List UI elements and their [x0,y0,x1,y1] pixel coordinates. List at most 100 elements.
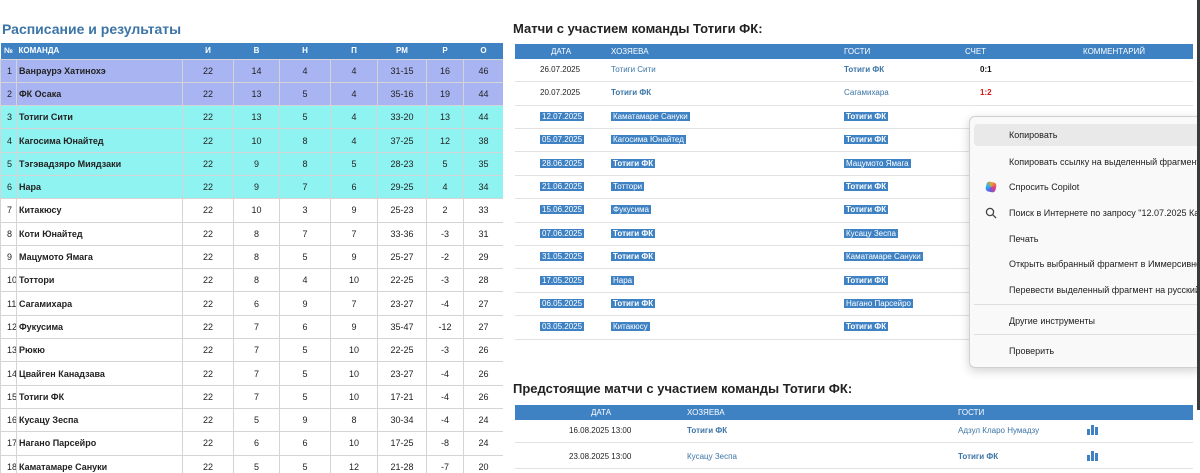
cell-wins: 14 [233,58,280,83]
menu-item[interactable]: Открыть выбранный фрагмент в Иммерсивном… [974,253,1200,275]
cell-team-name[interactable]: Кусацу Зеспа [16,407,183,433]
match-away-team[interactable]: Тотиги ФК [844,275,889,285]
menu-item[interactable]: Спросить Copilot [974,176,1200,198]
menu-item[interactable]: Поиск в Интернете по запросу "12.07.2025… [974,202,1200,224]
standings-panel: Расписание и результаты № КОМАНДА И В Н … [0,0,503,473]
col-header-pos: № [0,43,17,59]
stats-chart-icon[interactable] [1087,425,1099,435]
match-away-team[interactable]: Мацумото Ямага [844,158,911,168]
cell-games: 22 [182,431,234,456]
match-home-team[interactable]: Тотиги Сити [611,65,656,74]
cell-team-name[interactable]: Фукусима [16,314,183,340]
menu-item[interactable]: Проверить [974,340,1200,362]
cell-diff: 2 [426,198,464,223]
cell-team-name[interactable]: Ванраурэ Хатинохэ [16,58,183,83]
upcoming-home-team[interactable]: Кусацу Зеспа [687,452,737,461]
menu-item[interactable]: Перевести выделенный фрагмент на русский [974,279,1200,301]
cell-wins: 9 [233,151,280,176]
cell-goals: 35-47 [377,314,427,340]
cell-team-name[interactable]: ФК Осака [16,81,183,107]
cell-points: 33 [463,198,503,223]
cell-team-name[interactable]: Нара [16,174,183,200]
stats-bar [1091,425,1094,435]
cell-losses: 4 [330,81,378,107]
cell-team-name[interactable]: Коти Юнайтед [16,221,183,246]
cell-diff: 12 [426,128,464,153]
upcoming-home-team[interactable]: Тотиги ФК [687,426,727,435]
upcoming-header-date: ДАТА [591,408,612,417]
cell-team-name[interactable]: Рюкю [16,338,183,363]
cell-team-name[interactable]: Тотиги Сити [16,105,183,130]
cell-team-name[interactable]: Нагано Парсейро [16,431,183,456]
match-score: 1:2 [980,88,992,98]
matches-title: Матчи с участием команды Тотиги ФК: [513,21,763,36]
cell-points: 24 [463,431,503,456]
table-row: 18 Каматамаре Сануки 22 5 5 12 21-28 -7 20 [0,454,503,473]
match-home-team[interactable]: Тотиги ФК [611,228,656,238]
cell-wins: 10 [233,198,280,223]
menu-item[interactable]: Копировать [974,124,1200,146]
menu-item[interactable]: Другие инструменты [974,310,1200,332]
menu-item[interactable]: Печать [974,228,1200,250]
match-date: 05.07.2025 [540,135,585,145]
match-home-team[interactable]: Тотиги ФК [611,158,656,168]
copilot-icon [985,181,997,193]
cell-losses: 10 [330,338,378,363]
cell-games: 22 [182,58,234,83]
match-away-team[interactable]: Тотиги ФК [844,322,889,332]
match-away-team[interactable]: Тотиги ФК [844,111,889,121]
cell-team-name[interactable]: Тэгэвадзяро Миядзаки [16,151,183,176]
table-row: 9 Мацумото Ямага 22 8 5 9 25-27 -2 29 [0,244,503,270]
cell-losses: 10 [330,268,378,293]
cell-wins: 10 [233,128,280,153]
match-away-team[interactable]: Нагано Парсейро [844,299,913,308]
cell-goals: 35-16 [377,81,427,107]
cell-team-name[interactable]: Кагосима Юнайтед [16,128,183,153]
match-home-team[interactable]: Тотиги ФК [611,252,656,262]
match-home-team[interactable]: Фукусима [611,205,651,215]
cell-points: 27 [463,314,503,340]
upcoming-away-team[interactable]: Адзул Кларо Нумадзу [958,426,1039,435]
match-away-team[interactable]: Тотиги ФК [844,205,889,215]
cell-team-name[interactable]: Сагамихара [16,291,183,316]
match-away-team[interactable]: Тотиги ФК [844,65,884,74]
cell-team-name[interactable]: Тотиги ФК [16,384,183,409]
match-away-team[interactable]: Сагамихара [844,88,889,97]
cell-draws: 4 [279,58,331,83]
cell-team-name[interactable]: Каматамаре Сануки [16,454,183,473]
match-away-team[interactable]: Кусацу Зеспа [844,228,898,238]
match-home-team[interactable]: Тотиги ФК [611,88,651,97]
match-away-team[interactable]: Каматамаре Сануки [844,252,923,262]
table-row: 15 Тотиги ФК 22 7 5 10 17-21 -4 26 [0,384,503,409]
cell-losses: 12 [330,454,378,473]
matches-header-away: ГОСТИ [844,47,871,56]
stats-chart-icon[interactable] [1087,451,1099,461]
cell-games: 22 [182,221,234,246]
match-home-team[interactable]: Тоттори [611,182,645,191]
match-home-team[interactable]: Каматамаре Сануки [611,111,690,121]
cell-team-name[interactable]: Цвайген Канадзава [16,361,183,386]
match-date: 06.05.2025 [540,299,585,308]
cell-goals: 22-25 [377,268,427,293]
menu-item[interactable]: Копировать ссылку на выделенный фрагмент [974,151,1200,173]
col-header-draws: Н [279,43,331,59]
match-away-team[interactable]: Тотиги ФК [844,182,889,191]
cell-games: 22 [182,128,234,153]
upcoming-title: Предстоящие матчи с участием команды Тот… [513,381,853,396]
upcoming-away-team[interactable]: Тотиги ФК [958,452,998,461]
cell-team-name[interactable]: Китакюсу [16,198,183,223]
menu-item-label: Копировать ссылку на выделенный фрагмент [1009,157,1200,167]
cell-pos: 10 [0,268,17,293]
match-home-team[interactable]: Нара [611,275,635,285]
cell-wins: 13 [233,105,280,130]
cell-team-name[interactable]: Мацумото Ямага [16,244,183,270]
match-away-team[interactable]: Тотиги ФК [844,135,889,145]
stats-bar [1087,455,1090,461]
match-home-team[interactable]: Китакюсу [611,322,650,332]
cell-draws: 5 [279,384,331,409]
match-home-team[interactable]: Тотиги ФК [611,299,656,308]
cell-team-name[interactable]: Тоттори [16,268,183,293]
match-home-team[interactable]: Кагосима Юнайтед [611,135,686,145]
cell-points: 34 [463,174,503,200]
menu-item-label: Проверить [1009,346,1055,356]
